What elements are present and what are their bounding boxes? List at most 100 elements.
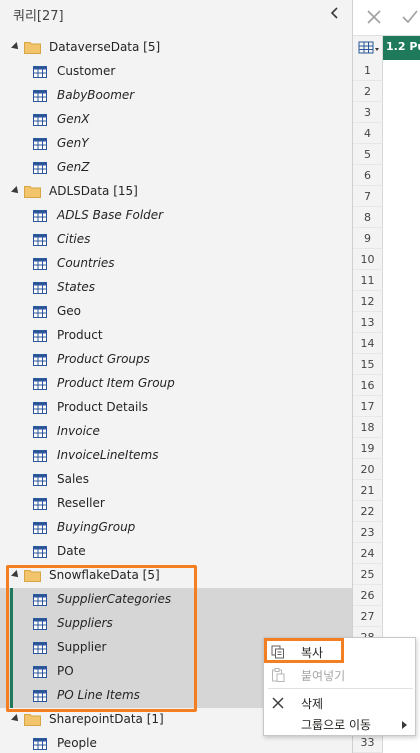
query-item-label: ADLS Base Folder — [57, 208, 164, 222]
row-number[interactable]: 19 — [353, 438, 383, 459]
query-item[interactable]: Product Details — [0, 396, 352, 420]
row-number[interactable]: 7 — [353, 186, 383, 207]
query-item[interactable]: BuyingGroup — [0, 516, 352, 540]
row-number[interactable]: 13 — [353, 312, 383, 333]
expand-triangle-icon[interactable] — [11, 42, 21, 52]
collapse-pane-button[interactable] — [325, 3, 345, 23]
row-number[interactable]: 17 — [353, 396, 383, 417]
row-number[interactable]: 16 — [353, 375, 383, 396]
menu-item-paste: 붙여넣기 — [264, 663, 417, 687]
table-menu-icon — [358, 41, 379, 54]
table-icon — [33, 594, 47, 606]
expand-triangle-icon[interactable] — [11, 714, 21, 724]
row-number[interactable]: 1 — [353, 60, 383, 81]
table-icon — [33, 666, 47, 678]
menu-item-move-to-group[interactable]: 그룹으로 이동 — [264, 712, 417, 736]
menu-item-label: 그룹으로 이동 — [301, 718, 372, 732]
table-icon — [33, 90, 47, 102]
row-number[interactable]: 4 — [353, 123, 383, 144]
table-icon — [33, 618, 47, 630]
query-item[interactable]: Geo — [0, 300, 352, 324]
query-item[interactable]: Cities — [0, 228, 352, 252]
context-menu: 복사 붙여넣기 삭제 그룹으로 이동 — [263, 637, 416, 736]
row-number[interactable]: 21 — [353, 480, 383, 501]
row-number[interactable]: 24 — [353, 543, 383, 564]
row-number[interactable]: 27 — [353, 606, 383, 627]
row-number[interactable]: 3 — [353, 102, 383, 123]
commit-icon[interactable] — [401, 8, 419, 26]
query-item-label: People — [57, 736, 97, 750]
row-number[interactable]: 5 — [353, 144, 383, 165]
row-number[interactable]: 14 — [353, 333, 383, 354]
folder-icon — [24, 41, 41, 54]
query-item[interactable]: Customer — [0, 60, 352, 84]
query-item[interactable]: InvoiceLineItems — [0, 444, 352, 468]
queries-pane-title: 쿼리[27] — [13, 9, 64, 24]
query-item-label: States — [57, 280, 96, 294]
query-group-label: SnowflakeData [5] — [49, 568, 160, 582]
expand-triangle-icon[interactable] — [11, 186, 21, 196]
row-number[interactable]: 10 — [353, 249, 383, 270]
query-group[interactable]: DataverseData [5] — [0, 36, 352, 60]
table-icon — [33, 162, 47, 174]
query-item-label: Suppliers — [57, 616, 113, 630]
menu-item-copy[interactable]: 복사 — [264, 640, 417, 664]
query-item[interactable]: BabyBoomer — [0, 84, 352, 108]
row-number[interactable]: 15 — [353, 354, 383, 375]
table-icon — [33, 642, 47, 654]
table-icon — [33, 498, 47, 510]
query-item-label: Product Details — [57, 400, 148, 414]
menu-separator — [268, 688, 413, 689]
query-item[interactable]: Invoice — [0, 420, 352, 444]
table-icon — [33, 66, 47, 78]
row-number[interactable]: 20 — [353, 459, 383, 480]
row-number[interactable]: 2 — [353, 81, 383, 102]
table-icon — [33, 138, 47, 150]
expand-triangle-icon[interactable] — [11, 570, 21, 580]
query-item-label: Cities — [57, 232, 91, 246]
row-number[interactable]: 18 — [353, 417, 383, 438]
query-item[interactable]: GenX — [0, 108, 352, 132]
query-group[interactable]: ADLSData [15] — [0, 180, 352, 204]
query-item[interactable]: Product Item Group — [0, 372, 352, 396]
grid-header: 1.2 Pu — [353, 36, 420, 60]
query-group[interactable]: SnowflakeData [5] — [0, 564, 352, 588]
table-menu-button[interactable] — [353, 36, 383, 60]
row-number[interactable]: 22 — [353, 501, 383, 522]
query-item[interactable]: ADLS Base Folder — [0, 204, 352, 228]
folder-icon — [24, 185, 41, 198]
row-number[interactable]: 25 — [353, 564, 383, 585]
row-number[interactable]: 9 — [353, 228, 383, 249]
query-item[interactable]: SupplierCategories — [0, 588, 352, 612]
row-number[interactable]: 26 — [353, 585, 383, 606]
formula-bar — [353, 0, 420, 36]
query-item-label: Date — [57, 544, 86, 558]
query-item-label: PO Line Items — [57, 688, 140, 702]
query-item-label: Geo — [57, 304, 82, 318]
query-item[interactable]: Reseller — [0, 492, 352, 516]
cancel-icon[interactable] — [365, 8, 383, 26]
query-item[interactable]: GenZ — [0, 156, 352, 180]
query-item[interactable]: Product Groups — [0, 348, 352, 372]
query-item-label: Customer — [57, 64, 116, 78]
row-number[interactable]: 11 — [353, 270, 383, 291]
query-item-label: BabyBoomer — [57, 88, 135, 102]
menu-item-label: 붙여넣기 — [301, 669, 346, 683]
query-item[interactable]: Date — [0, 540, 352, 564]
query-item-label: Sales — [57, 472, 89, 486]
table-icon — [33, 402, 47, 414]
row-number[interactable]: 12 — [353, 291, 383, 312]
query-item[interactable]: Countries — [0, 252, 352, 276]
query-item[interactable]: States — [0, 276, 352, 300]
query-item[interactable]: Suppliers — [0, 612, 352, 636]
query-item-label: Invoice — [57, 424, 100, 438]
row-number[interactable]: 8 — [353, 207, 383, 228]
query-item[interactable]: Product — [0, 324, 352, 348]
row-number[interactable]: 6 — [353, 165, 383, 186]
query-item-label: PO — [57, 664, 74, 678]
row-number[interactable]: 23 — [353, 522, 383, 543]
query-item-label: GenZ — [57, 160, 90, 174]
query-item[interactable]: GenY — [0, 132, 352, 156]
column-header[interactable]: 1.2 Pu — [383, 36, 420, 60]
query-item[interactable]: Sales — [0, 468, 352, 492]
